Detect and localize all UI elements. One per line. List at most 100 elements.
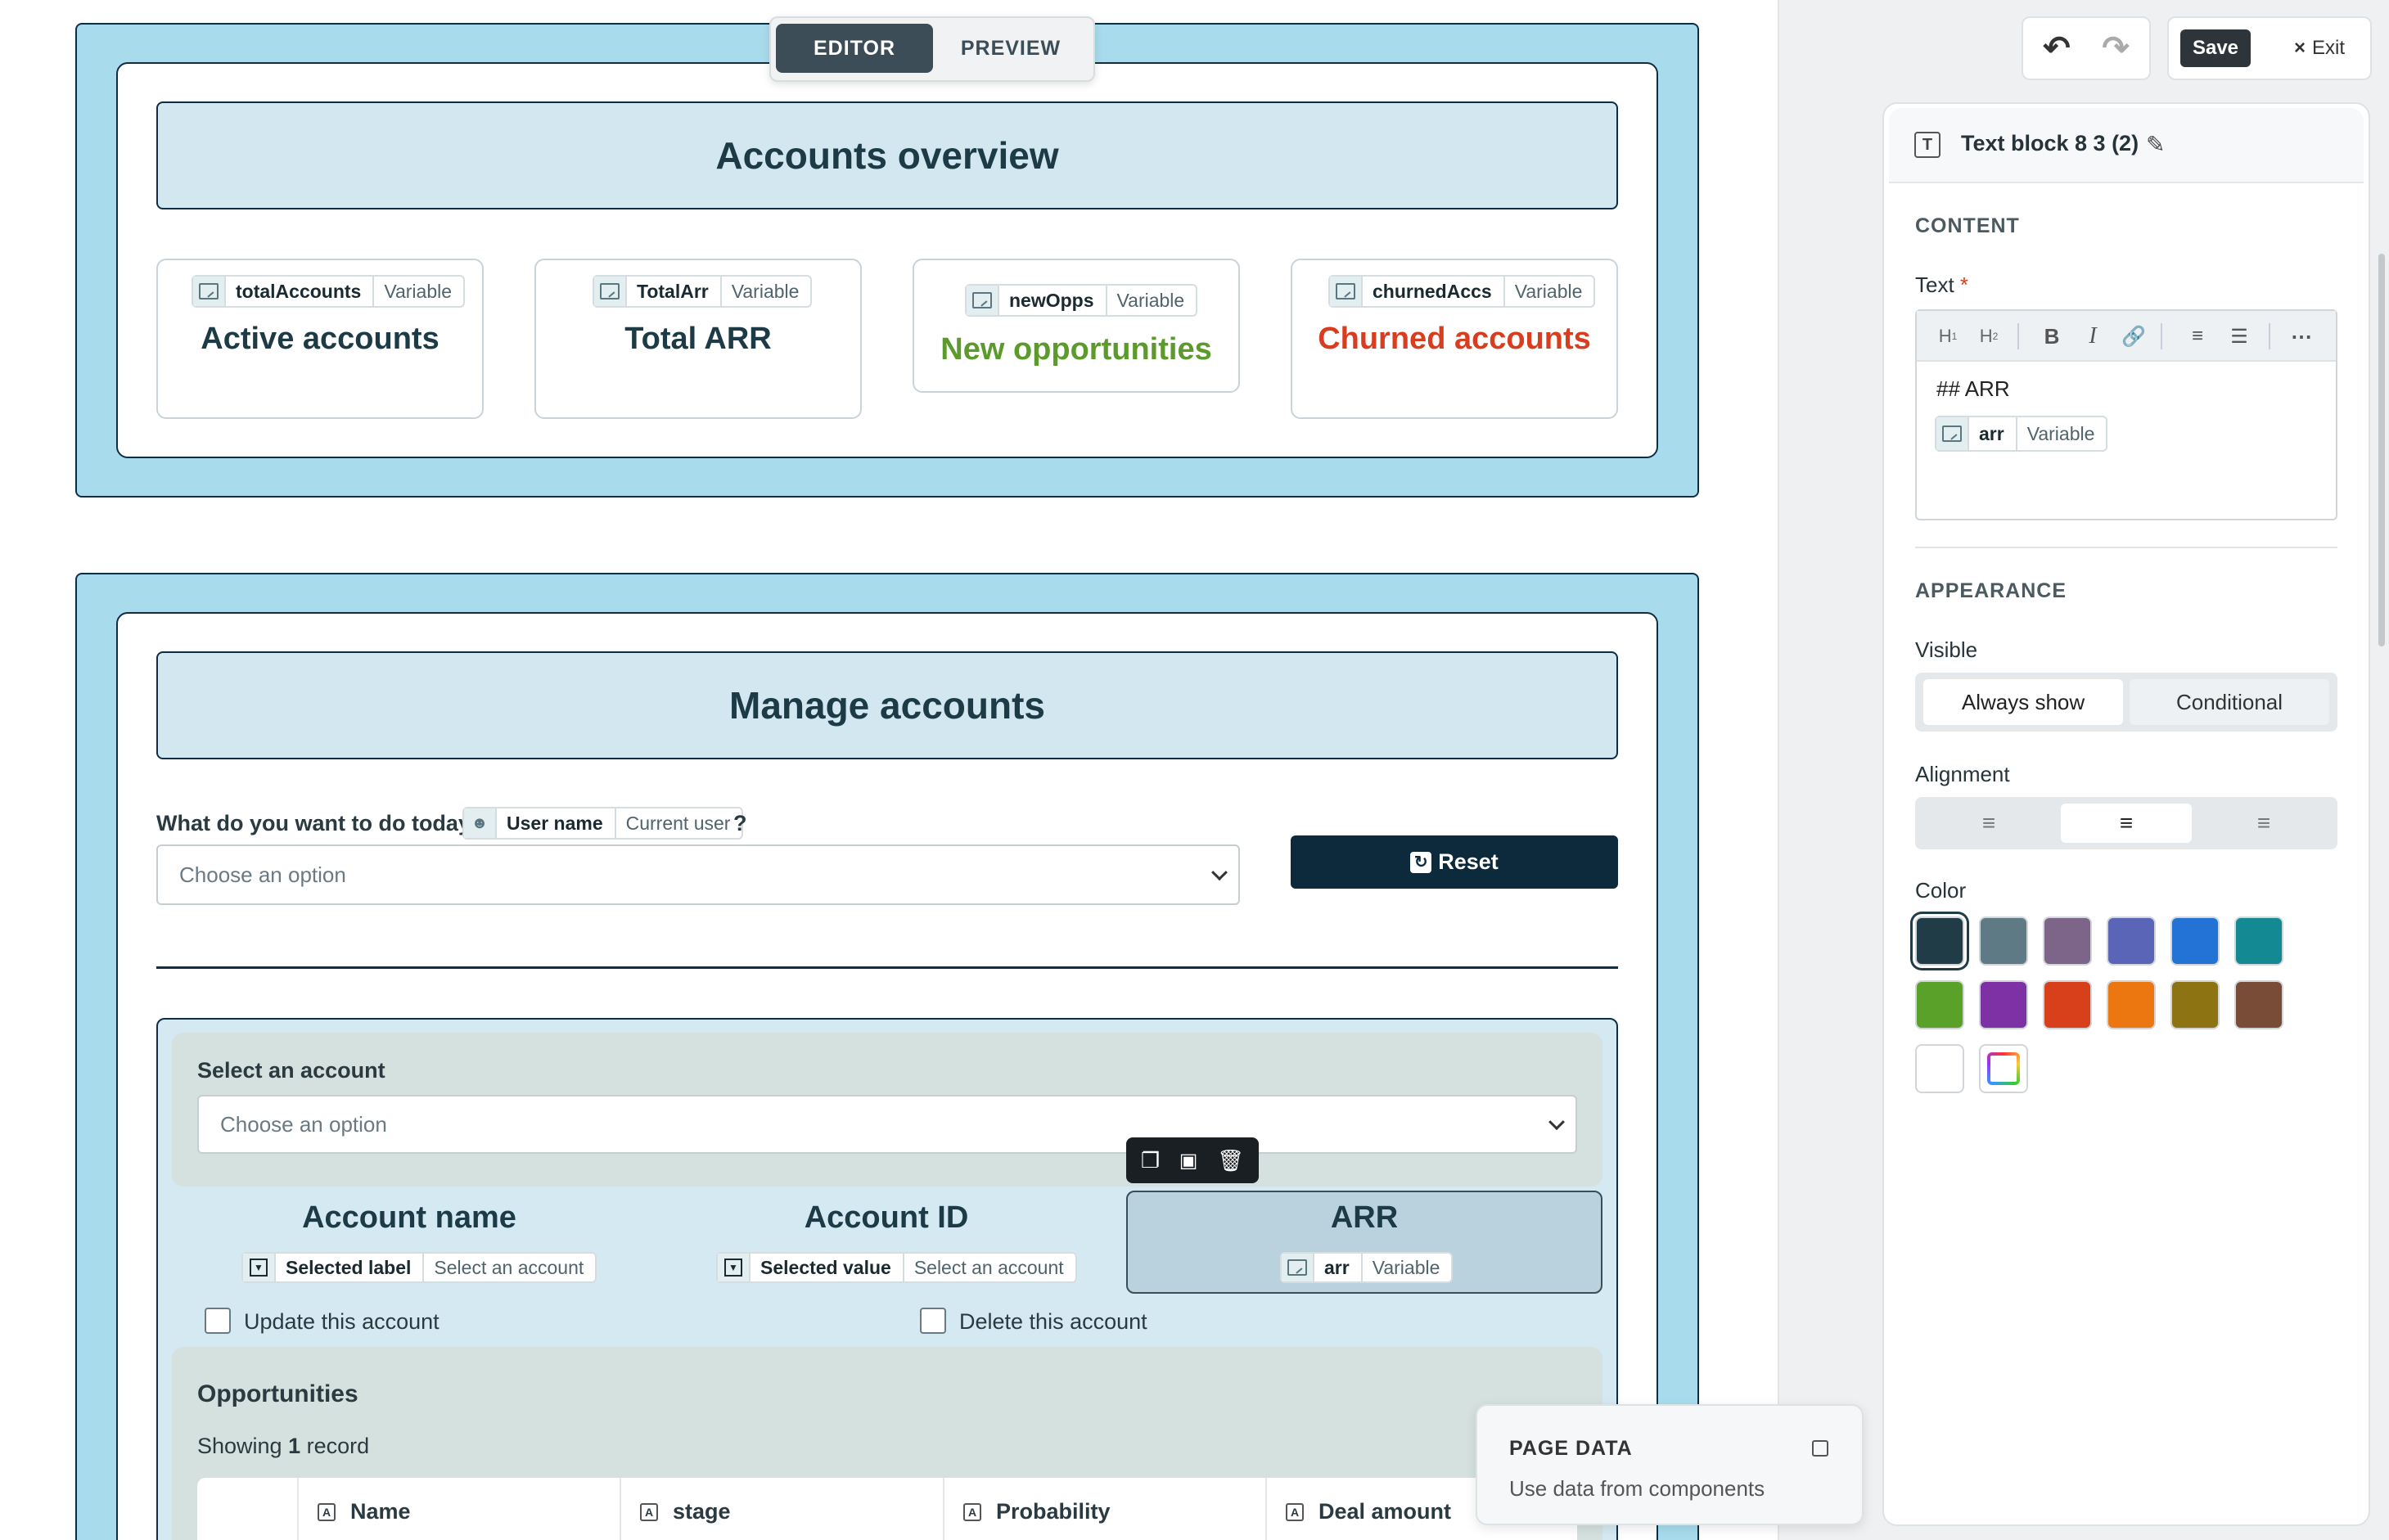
align-left-icon[interactable]: ≡ <box>1923 804 2054 843</box>
edit-pencil-icon[interactable]: ✎ <box>2146 131 2165 158</box>
canvas: Accounts overview totalAccounts Variable… <box>0 0 1778 1540</box>
italic-tool[interactable]: I <box>2076 319 2109 353</box>
stat-label: New opportunities <box>940 332 1212 367</box>
color-swatch[interactable] <box>2170 980 2220 1029</box>
stat-label: Churned accounts <box>1318 322 1591 356</box>
select-icon: ▼ <box>243 1254 276 1281</box>
toolbar-divider <box>2269 323 2270 349</box>
variable-chip: totalAccounts Variable <box>192 275 466 308</box>
color-swatch[interactable] <box>1979 1044 2028 1093</box>
expand-icon[interactable] <box>1812 1440 1828 1457</box>
table-header-deal-amount[interactable]: A Deal amount <box>1286 1499 1451 1524</box>
table-divider <box>297 1478 299 1540</box>
content-heading: CONTENT <box>1915 214 2020 237</box>
selected-label-chip: ▼ Selected label Select an account <box>241 1252 597 1283</box>
page-data-subtitle: Use data from components <box>1509 1476 1765 1501</box>
overview-title[interactable]: Accounts overview <box>156 101 1618 209</box>
opportunities-title: Opportunities <box>197 1380 358 1407</box>
color-swatch[interactable] <box>1979 980 2028 1029</box>
text-type-icon: A <box>640 1502 658 1521</box>
selected-value-chip: ▼ Selected value Select an account <box>716 1252 1077 1283</box>
select-parent-icon[interactable]: ▣ <box>1179 1149 1198 1173</box>
align-right-icon[interactable]: ≡ <box>2198 804 2329 843</box>
link-icon[interactable]: 🔗 <box>2117 319 2150 353</box>
manage-title[interactable]: Manage accounts <box>156 651 1618 759</box>
page-data-title: PAGE DATA <box>1509 1437 1633 1460</box>
table-divider <box>1265 1478 1267 1540</box>
stat-label: Total ARR <box>624 322 772 356</box>
color-swatch[interactable] <box>1915 1044 1964 1093</box>
bullet-list-icon[interactable]: ☰ <box>2223 319 2256 353</box>
text-label: Text * <box>1915 272 1969 297</box>
color-swatch[interactable] <box>1915 916 1964 966</box>
preview-tab[interactable]: PREVIEW <box>933 24 1089 73</box>
divider <box>156 966 1618 969</box>
undo-icon[interactable]: ↶ <box>2028 25 2085 72</box>
page-data-popup[interactable] <box>1476 1404 1864 1525</box>
color-label: Color <box>1915 878 1967 903</box>
color-swatch[interactable] <box>2107 916 2156 966</box>
appearance-heading: APPEARANCE <box>1915 579 2067 602</box>
stat-card-new-opps[interactable] <box>913 259 1240 393</box>
more-icon[interactable]: ⋯ <box>2283 319 2319 353</box>
text-value: ## ARR <box>1936 376 2010 401</box>
record-count: Showing 1 record <box>197 1434 370 1458</box>
save-button[interactable]: Save <box>2180 29 2251 67</box>
column-heading: Account name <box>302 1200 516 1235</box>
block-toolbar: ❐ ▣ 🗑 <box>1126 1137 1259 1183</box>
variable-chip: arr Variable <box>1280 1252 1454 1283</box>
variable-icon <box>967 286 999 315</box>
alignment-label: Alignment <box>1915 762 2010 786</box>
question-suffix: ? <box>733 811 747 835</box>
text-type-icon: A <box>318 1502 336 1521</box>
align-center-icon[interactable]: ≡ <box>2061 804 2192 843</box>
duplicate-icon[interactable]: ❐ <box>1141 1148 1160 1173</box>
toolbar-divider <box>2017 323 2019 349</box>
bold-tool[interactable]: B <box>2035 319 2068 353</box>
variable-chip: arr Variable <box>1935 416 2108 452</box>
stat-label: Active accounts <box>201 322 439 356</box>
delete-icon[interactable]: 🗑 <box>1217 1148 1244 1173</box>
reset-button[interactable]: ↻ Reset <box>1291 835 1618 889</box>
table-header-stage[interactable]: Astage <box>640 1499 731 1524</box>
heading2-tool[interactable]: H2 <box>1972 319 2005 353</box>
color-swatch[interactable] <box>2234 980 2283 1029</box>
text-type-icon: A <box>1286 1502 1304 1521</box>
delete-checkbox[interactable] <box>920 1308 946 1334</box>
redo-icon[interactable]: ↷ <box>2087 25 2144 72</box>
conditional-option[interactable]: Conditional <box>2130 679 2329 725</box>
block-name[interactable]: Text block 8 3 (2) <box>1961 131 2139 156</box>
heading1-tool[interactable]: H1 <box>1931 319 1964 353</box>
color-swatch[interactable] <box>2107 980 2156 1029</box>
color-swatch[interactable] <box>2234 916 2283 966</box>
color-swatch[interactable] <box>2170 916 2220 966</box>
exit-button[interactable]: × Exit <box>2280 29 2359 67</box>
color-swatch[interactable] <box>2043 916 2092 966</box>
visible-label: Visible <box>1915 637 1978 662</box>
custom-color-icon <box>1987 1052 2020 1085</box>
table-divider <box>943 1478 944 1540</box>
update-checkbox[interactable] <box>205 1308 231 1334</box>
scrollbar[interactable] <box>2378 254 2385 646</box>
variable-icon <box>1282 1254 1314 1281</box>
ordered-list-icon[interactable]: ≡ <box>2181 319 2214 353</box>
update-label: Update this account <box>244 1309 439 1334</box>
variable-icon <box>594 277 627 306</box>
variable-chip: TotalArr Variable <box>593 275 813 308</box>
refresh-icon: ↻ <box>1410 851 1432 873</box>
chevron-down-icon <box>1548 1114 1565 1131</box>
editor-tab[interactable]: EDITOR <box>776 24 933 73</box>
color-swatch[interactable] <box>1915 980 1964 1029</box>
account-select[interactable]: Choose an option <box>197 1095 1577 1154</box>
always-show-option[interactable]: Always show <box>1923 679 2123 725</box>
color-swatch[interactable] <box>2043 980 2092 1029</box>
select-icon: ▼ <box>718 1254 751 1281</box>
variable-icon <box>1936 417 1969 450</box>
action-select[interactable]: Choose an option <box>156 844 1240 905</box>
variable-icon <box>193 277 226 306</box>
table-header-name[interactable]: A Name <box>318 1499 411 1524</box>
table-header-probability[interactable]: A Probability <box>963 1499 1111 1524</box>
variable-icon <box>1330 277 1363 306</box>
color-swatch[interactable] <box>1979 916 2028 966</box>
variable-chip: newOpps Variable <box>965 284 1198 317</box>
